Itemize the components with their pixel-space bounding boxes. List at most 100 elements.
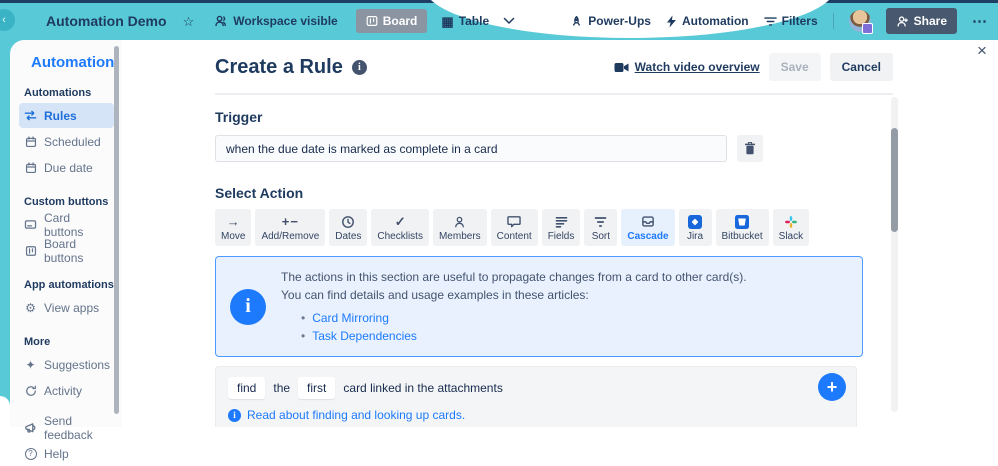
more-menu-button[interactable]: ⋯ [972,14,988,29]
power-ups-button[interactable]: Power-Ups [570,14,651,28]
read-about-link[interactable]: i Read about finding and looking up card… [228,408,844,422]
slack-icon [784,215,797,228]
tab-fields[interactable]: Fields [541,209,581,246]
view-table-button[interactable]: ▦ Table [441,14,489,28]
calendar-icon [25,135,36,147]
calendar-icon [25,161,36,173]
tab-members[interactable]: Members [432,209,487,246]
speech-bubble-icon [507,216,521,228]
watch-video-link[interactable]: Watch video overview [614,60,760,74]
share-person-icon [897,15,908,26]
board-title: Automation Demo [46,13,167,29]
board-view-icon [366,16,378,26]
action-row-find-linked-card: find the first card linked in the attach… [215,366,857,427]
sidebar-item-activity[interactable]: Activity [19,378,114,403]
sidebar-item-rules[interactable]: Rules [19,103,114,128]
sidebar-item-view-apps[interactable]: ⚙ View apps [19,295,114,320]
sidebar-item-card-buttons[interactable]: Card buttons [19,211,114,239]
automation-button[interactable]: Automation [666,14,749,28]
board-top-bar: ‹ Automation Demo ☆ Workspace visible Bo… [0,0,998,40]
tab-slack[interactable]: Slack [772,209,810,246]
workspace-visibility-button[interactable]: Workspace visible [214,14,338,28]
create-rule-panel: Create a Rule i Watch video overview Sav… [215,40,893,427]
tab-jira[interactable]: Jira [678,209,712,246]
main-scrollbar[interactable] [891,97,898,412]
card-mirroring-link[interactable]: Card Mirroring [312,309,389,327]
back-button[interactable]: ‹ [0,9,15,31]
sidebar-item-label: Rules [44,108,77,123]
task-dependencies-link[interactable]: Task Dependencies [312,327,417,345]
info-icon[interactable]: i [351,59,367,75]
sidebar-item-label: Scheduled [44,134,101,149]
question-icon: ? [24,447,37,460]
trigger-text-input[interactable] [215,135,727,162]
sidebar-section-header: Custom buttons [24,196,109,208]
table-view-icon: ▦ [441,13,454,29]
sidebar-item-suggestions[interactable]: ✦ Suggestions [19,352,114,377]
sidebar-section-header: More [24,336,51,348]
sidebar-item-scheduled[interactable]: Scheduled [19,129,114,154]
cascade-inbox-icon [642,216,654,227]
find-dropdown-chip[interactable]: find [228,376,266,399]
tab-move[interactable]: → Move [215,209,252,246]
tab-cascade[interactable]: Cascade [621,209,675,246]
view-switcher-chevron[interactable] [503,17,515,25]
close-icon[interactable]: × [977,42,987,59]
sidebar-scrollbar[interactable] [114,46,119,418]
info-icon: i [228,408,241,422]
lightning-bolt-icon [666,15,676,27]
card-icon [24,220,37,229]
tab-sort[interactable]: Sort [584,209,618,246]
select-action-heading: Select Action [215,185,304,201]
chevron-down-icon [503,17,515,24]
filters-button[interactable]: Filters [763,14,818,28]
automation-sidebar: Automation Automations Rules Scheduled D… [10,40,122,461]
board-icon [25,245,36,256]
sidebar-item-help[interactable]: ? Help [19,441,114,466]
page-title: Create a Rule [215,55,343,78]
tab-checklists[interactable]: ✓ Checklists [371,209,429,246]
avatar[interactable] [848,10,873,34]
tab-add-remove[interactable]: +− Add/Remove [255,209,326,246]
scrollbar-thumb[interactable] [891,128,898,232]
sidebar-item-label: Suggestions [44,357,111,372]
sidebar-item-send-feedback[interactable]: Send feedback [19,414,114,442]
sentence-text: card linked in the attachments [343,380,503,395]
star-icon[interactable]: ☆ [183,15,195,28]
checkmark-icon: ✓ [394,214,406,229]
section-info-box: i The actions in this section are useful… [215,256,863,357]
sidebar-section-header: App automations [24,279,114,291]
add-action-button[interactable]: + [818,373,846,401]
fields-lines-icon [555,216,567,228]
sync-icon [25,385,36,396]
trigger-heading: Trigger [215,109,263,125]
save-button[interactable]: Save [768,53,821,81]
sidebar-item-label: View apps [44,300,100,315]
view-board-button[interactable]: Board [355,9,428,33]
scrollbar-thumb[interactable] [114,46,119,414]
people-icon [215,15,227,27]
trash-icon [745,142,755,155]
tab-content[interactable]: Content [490,209,538,246]
tab-bitbucket[interactable]: Bitbucket [715,209,769,246]
filter-icon [763,16,777,26]
sentence-text: the [273,380,291,395]
action-category-tabs: → Move +− Add/Remove Dates ✓ Checklists … [215,209,893,246]
share-button[interactable]: Share [885,8,957,34]
rules-icon [24,110,37,121]
sidebar-item-board-buttons[interactable]: Board buttons [19,237,114,265]
megaphone-icon [25,422,36,433]
sidebar-item-due-date[interactable]: Due date [19,155,114,180]
sidebar-title: Automation [24,54,114,71]
divider [832,13,834,29]
info-line-1: The actions in this section are useful t… [281,270,747,284]
cancel-button[interactable]: Cancel [829,53,893,81]
sidebar-item-label: Activity [44,383,83,398]
tab-dates[interactable]: Dates [329,209,368,246]
delete-trigger-button[interactable] [737,135,763,162]
rocket-icon [573,15,581,26]
teal-backdrop-strip [0,40,10,412]
first-dropdown-chip[interactable]: first [298,376,336,399]
action-sentence: find the first card linked in the attach… [228,375,844,400]
